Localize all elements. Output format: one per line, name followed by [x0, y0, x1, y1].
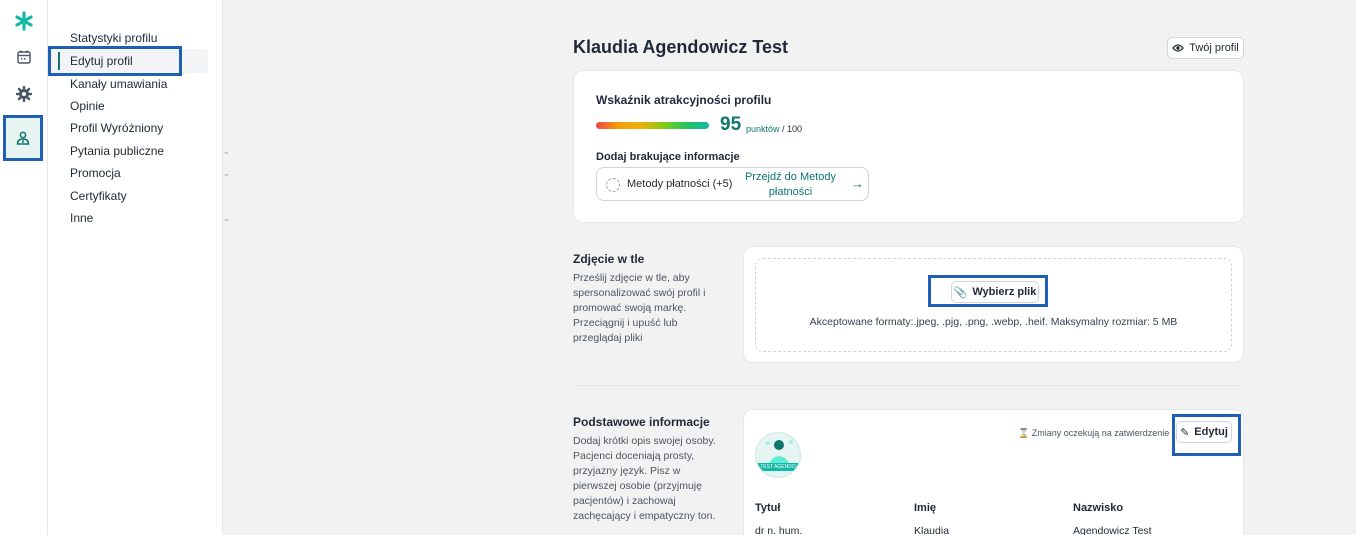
basic-info-card: ⌛ Zmiany oczekują na zatwierdzenie ✎ Edy…	[743, 409, 1244, 535]
pencil-icon: ✎	[1180, 426, 1190, 439]
doctor-profile-icon[interactable]	[3, 115, 43, 161]
subnav-item-edytuj-profil[interactable]: Edytuj profil	[70, 50, 210, 72]
missing-info-label: Dodaj brakujące informacje	[596, 151, 740, 163]
chevron-down-icon: ⌄	[222, 146, 230, 156]
chevron-down-icon: ⌄	[222, 168, 230, 178]
background-photo-card: 📎 Wybierz plik Akceptowane formaty:.jpeg…	[743, 246, 1244, 363]
subnav-item-promocja[interactable]: Promocja ⌄	[70, 162, 230, 184]
choose-file-button[interactable]: 📎 Wybierz plik	[951, 281, 1039, 303]
score-unit: punktów / 100	[746, 124, 803, 134]
section-divider	[573, 385, 1243, 386]
score-title: Wskaźnik atrakcyjności profilu	[596, 93, 772, 107]
missing-item-label: Metody płatności (+5)	[627, 178, 733, 190]
score-gradient-bar	[596, 122, 709, 129]
arrow-right-icon: →	[851, 176, 864, 191]
subnav-item-profil-wyrozniony[interactable]: Profil Wyróżniony	[70, 117, 210, 139]
dashed-circle-icon	[606, 178, 620, 192]
file-dropzone[interactable]: 📎 Wybierz plik Akceptowane formaty:.jpeg…	[755, 258, 1232, 352]
first-name-value: Klaudia	[914, 525, 950, 535]
basic-info-title: Podstawowe informacje	[573, 415, 710, 429]
subnav-item-statystyki-profilu[interactable]: Statystyki profilu	[70, 27, 210, 49]
column-header-first-name: Imię	[914, 502, 937, 514]
subnav-item-kanaly-umawiania[interactable]: Kanały umawiania	[70, 73, 210, 95]
app-rail	[0, 0, 48, 535]
accepted-formats-text: Akceptowane formaty:.jpeg, .pjg, .png, .…	[809, 316, 1178, 328]
your-profile-button[interactable]: Twój profil	[1167, 37, 1244, 59]
gear-icon[interactable]	[12, 82, 36, 106]
avatar: TEST AGENDO	[755, 432, 801, 478]
pending-approval-status: ⌛ Zmiany oczekują na zatwierdzenie	[1018, 428, 1170, 438]
profile-score-card: Wskaźnik atrakcyjności profilu 95 punktó…	[573, 70, 1244, 223]
page-title: Klaudia Agendowicz Test	[573, 37, 789, 57]
subnav-item-opinie[interactable]: Opinie	[70, 95, 210, 117]
basic-info-description: Dodaj krótki opis swojej osoby. Pacjenci…	[573, 435, 716, 522]
missing-payment-methods-item[interactable]: Metody płatności (+5) Przejdź do Metody …	[596, 167, 869, 201]
column-header-title: Tytuł	[755, 502, 781, 514]
last-name-value: Agendowicz Test	[1073, 525, 1152, 535]
go-to-payment-methods-link[interactable]: Przejdź do Metody płatności	[743, 170, 838, 200]
active-item-indicator	[58, 52, 60, 70]
background-photo-description: Prześlij zdjęcie w tle, aby spersonalizo…	[573, 272, 706, 344]
eye-icon	[1172, 44, 1185, 52]
edit-button[interactable]: ✎ Edytuj	[1176, 421, 1232, 443]
logo-icon[interactable]	[14, 11, 34, 31]
score-value: 95	[720, 114, 742, 135]
subnav-item-inne[interactable]: Inne ⌄	[70, 207, 230, 229]
title-value: dr n. hum.	[755, 525, 803, 535]
paperclip-icon: 📎	[953, 286, 968, 299]
subnav-item-certyfikaty[interactable]: Certyfikaty	[70, 185, 210, 207]
column-header-last-name: Nazwisko	[1073, 502, 1124, 514]
subnav-item-pytania-publiczne[interactable]: Pytania publiczne ⌄	[70, 140, 230, 162]
background-photo-title: Zdjęcie w tle	[573, 252, 645, 266]
chevron-down-icon: ⌄	[222, 213, 230, 223]
calendar-icon[interactable]	[12, 45, 36, 69]
avatar-illustration	[766, 440, 793, 463]
hourglass-icon: ⌛	[1018, 428, 1030, 438]
profile-subnav: Statystyki profilu Edytuj profil Kanały …	[48, 0, 230, 535]
